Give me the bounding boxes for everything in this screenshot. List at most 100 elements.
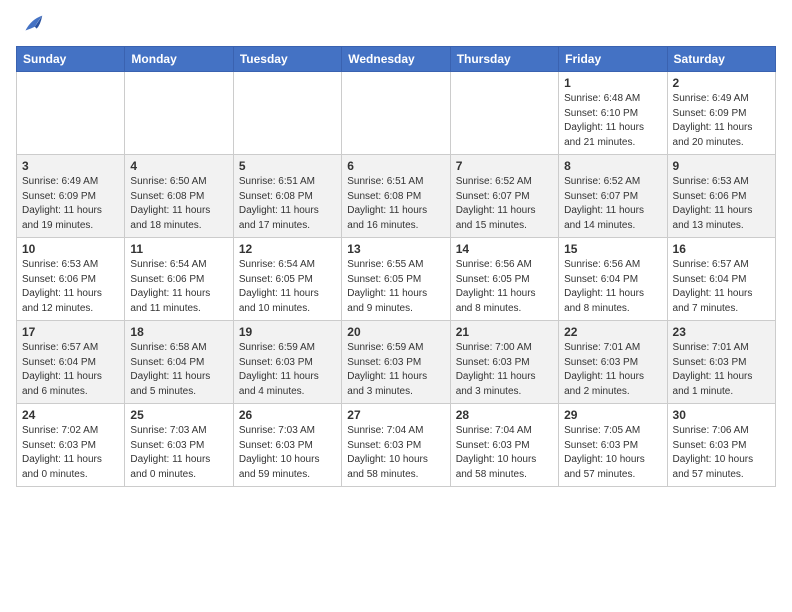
calendar-cell: 16Sunrise: 6:57 AMSunset: 6:04 PMDayligh… bbox=[667, 238, 775, 321]
day-number: 2 bbox=[673, 76, 770, 90]
day-number: 4 bbox=[130, 159, 227, 173]
day-info: Sunrise: 7:04 AMSunset: 6:03 PMDaylight:… bbox=[456, 424, 553, 482]
calendar-col-saturday: Saturday bbox=[667, 47, 775, 72]
logo bbox=[16, 10, 46, 38]
calendar-cell: 9Sunrise: 6:53 AMSunset: 6:06 PMDaylight… bbox=[667, 155, 775, 238]
day-info: Sunrise: 7:01 AMSunset: 6:03 PMDaylight:… bbox=[564, 341, 661, 399]
calendar-cell: 5 Sunrise: 6:51 AMSunset: 6:08 PMDaylight… bbox=[233, 155, 341, 238]
day-number: 3 bbox=[22, 159, 119, 173]
day-number: 8 bbox=[564, 159, 661, 173]
calendar-table: SundayMondayTuesdayWednesdayThursdayFrid… bbox=[16, 46, 776, 487]
day-info: Sunrise: 6:51 AMSunset: 6:08 PMDaylight:… bbox=[347, 175, 444, 233]
day-info: Sunrise: 7:00 AMSunset: 6:03 PMDaylight:… bbox=[456, 341, 553, 399]
calendar-col-monday: Monday bbox=[125, 47, 233, 72]
day-number: 6 bbox=[347, 159, 444, 173]
calendar-cell: 13 Sunrise: 6:55 AMSunset: 6:05 PMDayligh… bbox=[342, 238, 450, 321]
calendar-week-3: 10Sunrise: 6:53 AMSunset: 6:06 PMDayligh… bbox=[17, 238, 776, 321]
day-info: Sunrise: 6:54 AMSunset: 6:05 PMDaylight:… bbox=[239, 258, 336, 316]
header bbox=[16, 10, 776, 38]
calendar-cell: 11 Sunrise: 6:54 AMSunset: 6:06 PMDayligh… bbox=[125, 238, 233, 321]
day-info: Sunrise: 6:48 AMSunset: 6:10 PMDaylight:… bbox=[564, 92, 661, 150]
calendar-cell: 25 Sunrise: 7:03 AMSunset: 6:03 PMDayligh… bbox=[125, 404, 233, 487]
day-number: 18 bbox=[130, 325, 227, 339]
calendar-cell bbox=[125, 72, 233, 155]
day-number: 13 bbox=[347, 242, 444, 256]
calendar-cell: 28 Sunrise: 7:04 AMSunset: 6:03 PMDayligh… bbox=[450, 404, 558, 487]
day-number: 15 bbox=[564, 242, 661, 256]
calendar-cell: 4 Sunrise: 6:50 AMSunset: 6:08 PMDaylight… bbox=[125, 155, 233, 238]
day-number: 7 bbox=[456, 159, 553, 173]
calendar-cell: 21Sunrise: 7:00 AMSunset: 6:03 PMDayligh… bbox=[450, 321, 558, 404]
day-number: 19 bbox=[239, 325, 336, 339]
day-info: Sunrise: 6:51 AMSunset: 6:08 PMDaylight:… bbox=[239, 175, 336, 233]
day-number: 16 bbox=[673, 242, 770, 256]
calendar-header-row: SundayMondayTuesdayWednesdayThursdayFrid… bbox=[17, 47, 776, 72]
day-info: Sunrise: 6:53 AMSunset: 6:06 PMDaylight:… bbox=[673, 175, 770, 233]
day-info: Sunrise: 7:05 AMSunset: 6:03 PMDaylight:… bbox=[564, 424, 661, 482]
calendar-cell: 6 Sunrise: 6:51 AMSunset: 6:08 PMDaylight… bbox=[342, 155, 450, 238]
day-info: Sunrise: 6:52 AMSunset: 6:07 PMDaylight:… bbox=[564, 175, 661, 233]
logo-bird-icon bbox=[18, 10, 46, 38]
calendar-cell bbox=[233, 72, 341, 155]
calendar-cell: 22 Sunrise: 7:01 AMSunset: 6:03 PMDayligh… bbox=[559, 321, 667, 404]
calendar-cell: 26 Sunrise: 7:03 AMSunset: 6:03 PMDayligh… bbox=[233, 404, 341, 487]
day-number: 28 bbox=[456, 408, 553, 422]
day-info: Sunrise: 6:49 AMSunset: 6:09 PMDaylight:… bbox=[673, 92, 770, 150]
day-number: 17 bbox=[22, 325, 119, 339]
day-info: Sunrise: 6:58 AMSunset: 6:04 PMDaylight:… bbox=[130, 341, 227, 399]
day-number: 22 bbox=[564, 325, 661, 339]
calendar-col-tuesday: Tuesday bbox=[233, 47, 341, 72]
calendar-cell: 7Sunrise: 6:52 AMSunset: 6:07 PMDaylight… bbox=[450, 155, 558, 238]
day-info: Sunrise: 7:02 AMSunset: 6:03 PMDaylight:… bbox=[22, 424, 119, 482]
calendar-cell: 2 Sunrise: 6:49 AMSunset: 6:09 PMDaylight… bbox=[667, 72, 775, 155]
day-info: Sunrise: 6:55 AMSunset: 6:05 PMDaylight:… bbox=[347, 258, 444, 316]
day-info: Sunrise: 6:57 AMSunset: 6:04 PMDaylight:… bbox=[22, 341, 119, 399]
day-info: Sunrise: 7:03 AMSunset: 6:03 PMDaylight:… bbox=[130, 424, 227, 482]
calendar-cell: 30 Sunrise: 7:06 AMSunset: 6:03 PMDayligh… bbox=[667, 404, 775, 487]
day-number: 5 bbox=[239, 159, 336, 173]
day-number: 11 bbox=[130, 242, 227, 256]
calendar-cell: 23Sunrise: 7:01 AMSunset: 6:03 PMDayligh… bbox=[667, 321, 775, 404]
day-info: Sunrise: 7:04 AMSunset: 6:03 PMDaylight:… bbox=[347, 424, 444, 482]
calendar-cell: 24 Sunrise: 7:02 AMSunset: 6:03 PMDayligh… bbox=[17, 404, 125, 487]
day-info: Sunrise: 6:59 AMSunset: 6:03 PMDaylight:… bbox=[239, 341, 336, 399]
day-number: 12 bbox=[239, 242, 336, 256]
day-info: Sunrise: 6:56 AMSunset: 6:05 PMDaylight:… bbox=[456, 258, 553, 316]
day-info: Sunrise: 6:59 AMSunset: 6:03 PMDaylight:… bbox=[347, 341, 444, 399]
calendar-cell: 8 Sunrise: 6:52 AMSunset: 6:07 PMDaylight… bbox=[559, 155, 667, 238]
day-info: Sunrise: 6:56 AMSunset: 6:04 PMDaylight:… bbox=[564, 258, 661, 316]
calendar-cell: 15 Sunrise: 6:56 AMSunset: 6:04 PMDayligh… bbox=[559, 238, 667, 321]
day-number: 14 bbox=[456, 242, 553, 256]
day-number: 26 bbox=[239, 408, 336, 422]
calendar-col-thursday: Thursday bbox=[450, 47, 558, 72]
day-number: 30 bbox=[673, 408, 770, 422]
calendar-cell: 12 Sunrise: 6:54 AMSunset: 6:05 PMDayligh… bbox=[233, 238, 341, 321]
calendar-cell bbox=[342, 72, 450, 155]
day-number: 27 bbox=[347, 408, 444, 422]
calendar-cell: 29Sunrise: 7:05 AMSunset: 6:03 PMDayligh… bbox=[559, 404, 667, 487]
page: SundayMondayTuesdayWednesdayThursdayFrid… bbox=[0, 0, 792, 503]
day-number: 20 bbox=[347, 325, 444, 339]
day-info: Sunrise: 6:53 AMSunset: 6:06 PMDaylight:… bbox=[22, 258, 119, 316]
calendar-cell: 20 Sunrise: 6:59 AMSunset: 6:03 PMDayligh… bbox=[342, 321, 450, 404]
day-info: Sunrise: 6:50 AMSunset: 6:08 PMDaylight:… bbox=[130, 175, 227, 233]
day-number: 25 bbox=[130, 408, 227, 422]
calendar-cell bbox=[17, 72, 125, 155]
day-info: Sunrise: 6:49 AMSunset: 6:09 PMDaylight:… bbox=[22, 175, 119, 233]
calendar-cell: 10Sunrise: 6:53 AMSunset: 6:06 PMDayligh… bbox=[17, 238, 125, 321]
day-number: 24 bbox=[22, 408, 119, 422]
day-number: 23 bbox=[673, 325, 770, 339]
calendar-week-4: 17 Sunrise: 6:57 AMSunset: 6:04 PMDayligh… bbox=[17, 321, 776, 404]
calendar-week-2: 3 Sunrise: 6:49 AMSunset: 6:09 PMDaylight… bbox=[17, 155, 776, 238]
calendar-cell bbox=[450, 72, 558, 155]
calendar-week-5: 24 Sunrise: 7:02 AMSunset: 6:03 PMDayligh… bbox=[17, 404, 776, 487]
calendar-cell: 19 Sunrise: 6:59 AMSunset: 6:03 PMDayligh… bbox=[233, 321, 341, 404]
calendar-col-sunday: Sunday bbox=[17, 47, 125, 72]
calendar-cell: 27 Sunrise: 7:04 AMSunset: 6:03 PMDayligh… bbox=[342, 404, 450, 487]
calendar-cell: 17 Sunrise: 6:57 AMSunset: 6:04 PMDayligh… bbox=[17, 321, 125, 404]
day-info: Sunrise: 7:03 AMSunset: 6:03 PMDaylight:… bbox=[239, 424, 336, 482]
day-info: Sunrise: 6:54 AMSunset: 6:06 PMDaylight:… bbox=[130, 258, 227, 316]
day-info: Sunrise: 7:06 AMSunset: 6:03 PMDaylight:… bbox=[673, 424, 770, 482]
calendar-cell: 14 Sunrise: 6:56 AMSunset: 6:05 PMDayligh… bbox=[450, 238, 558, 321]
calendar-cell: 18 Sunrise: 6:58 AMSunset: 6:04 PMDayligh… bbox=[125, 321, 233, 404]
